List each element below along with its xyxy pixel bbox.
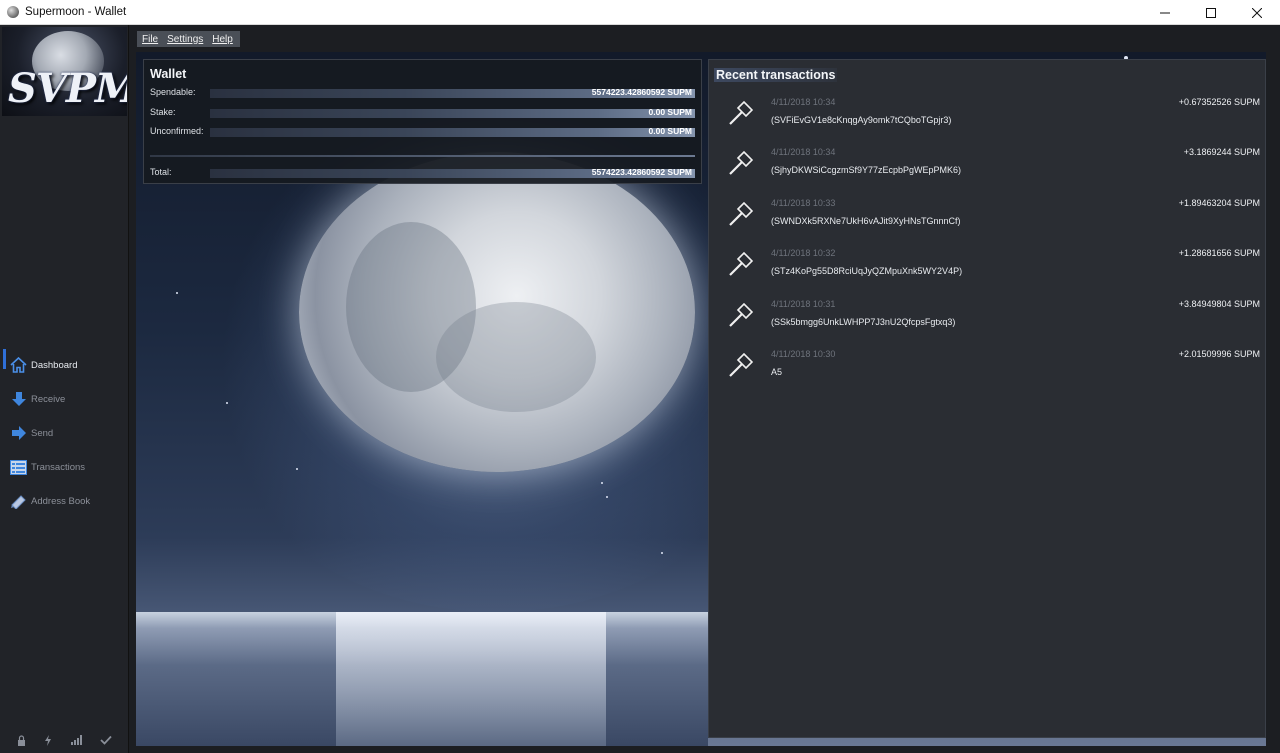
sidebar-item-transactions[interactable]: Transactions	[0, 450, 129, 484]
menu-file[interactable]: File	[142, 34, 158, 45]
wallet-panel: Wallet Spendable: 5574223.42860592 SUPM …	[143, 59, 702, 184]
transaction-row[interactable]: 4/11/2018 10:34 +3.1869244 SUPM (SjhyDKW…	[709, 143, 1267, 193]
menu-settings[interactable]: Settings	[167, 34, 203, 45]
download-arrow-icon	[10, 391, 27, 408]
list-icon	[10, 459, 27, 476]
transaction-row[interactable]: 4/11/2018 10:30 +2.01509996 SUPM A5	[709, 345, 1267, 395]
close-button[interactable]	[1234, 0, 1280, 25]
mining-hammer-icon	[729, 202, 753, 226]
transaction-amount: +0.67352526 SUPM	[1178, 97, 1260, 107]
recent-transactions-panel: Recent transactions 4/11/2018 10:34 +0.6…	[708, 59, 1266, 738]
transaction-row[interactable]: 4/11/2018 10:31 +3.84949804 SUPM (SSk5bm…	[709, 295, 1267, 345]
star	[226, 402, 228, 404]
mining-hammer-icon	[729, 252, 753, 276]
book-icon	[10, 493, 27, 510]
star	[661, 552, 663, 554]
transaction-amount: +3.1869244 SUPM	[1183, 147, 1260, 157]
transaction-date: 4/11/2018 10:33	[771, 198, 836, 208]
mining-hammer-icon	[729, 151, 753, 175]
window-controls	[1142, 0, 1280, 25]
sidebar-item-label: Send	[31, 427, 54, 439]
sidebar-item-send[interactable]: Send	[0, 416, 129, 450]
app-moon-icon	[7, 6, 19, 18]
sidebar-item-label: Dashboard	[31, 359, 78, 371]
stake-row: Stake: 0.00 SUPM	[150, 107, 695, 119]
sidebar-item-receive[interactable]: Receive	[0, 382, 129, 416]
menu-bar: File Settings Help	[137, 31, 240, 47]
stake-bar	[210, 109, 695, 118]
total-row: Total: 5574223.42860592 SUPM	[150, 167, 695, 179]
transaction-address: (SjhyDKWSiCcgzmSf9Y77zEcpbPgWEpPMK6)	[771, 165, 962, 175]
wallet-divider	[150, 155, 695, 157]
transaction-date: 4/11/2018 10:32	[771, 248, 836, 258]
sidebar: SVPM Dashboard Receive Send Transactions	[0, 25, 129, 753]
stake-value: 0.00 SUPM	[648, 107, 692, 117]
moon-reflection	[336, 612, 606, 746]
send-arrow-icon	[10, 425, 27, 442]
close-icon	[1252, 7, 1262, 18]
total-label: Total:	[150, 167, 172, 177]
window-title: Supermoon - Wallet	[25, 6, 127, 18]
star	[606, 496, 608, 498]
transaction-address: A5	[771, 367, 783, 377]
home-icon	[10, 357, 27, 374]
transaction-address: (SSk5bmgg6UnkLWHPP7J3nU2QfcpsFgtxq3)	[771, 317, 956, 327]
spendable-value: 5574223.42860592 SUPM	[591, 87, 692, 97]
star	[296, 468, 298, 470]
transaction-date: 4/11/2018 10:34	[771, 147, 836, 157]
sidebar-item-dashboard[interactable]: Dashboard	[0, 348, 129, 382]
sidebar-item-address-book[interactable]: Address Book	[0, 484, 129, 518]
recent-transactions-title: Recent transactions	[714, 68, 838, 82]
mining-hammer-icon	[729, 101, 753, 125]
lock-icon[interactable]	[17, 735, 26, 749]
star	[601, 482, 603, 484]
maximize-icon	[1206, 7, 1216, 18]
transaction-row[interactable]: 4/11/2018 10:34 +0.67352526 SUPM (SVFiEv…	[709, 93, 1267, 143]
menu-help[interactable]: Help	[212, 34, 233, 45]
unconfirmed-value: 0.00 SUPM	[648, 126, 692, 136]
spendable-row: Spendable: 5574223.42860592 SUPM	[150, 87, 695, 99]
star	[176, 292, 178, 294]
sidebar-item-label: Address Book	[31, 495, 91, 507]
transaction-row[interactable]: 4/11/2018 10:33 +1.89463204 SUPM (SWNDXk…	[709, 194, 1267, 244]
transaction-date: 4/11/2018 10:34	[771, 97, 836, 107]
transaction-amount: +3.84949804 SUPM	[1178, 299, 1260, 309]
spendable-label: Spendable:	[150, 87, 196, 97]
sidebar-nav: Dashboard Receive Send Transactions Addr…	[0, 348, 129, 518]
minimize-icon	[1160, 12, 1170, 13]
checkmark-icon[interactable]	[100, 735, 112, 749]
total-value: 5574223.42860592 SUPM	[591, 167, 692, 177]
transaction-amount: +1.89463204 SUPM	[1178, 198, 1260, 208]
lightning-icon[interactable]	[44, 735, 52, 749]
minimize-button[interactable]	[1142, 0, 1188, 25]
unconfirmed-label: Unconfirmed:	[150, 126, 204, 136]
wallet-title: Wallet	[150, 67, 187, 81]
sidebar-item-label: Receive	[31, 393, 66, 405]
title-bar: Supermoon - Wallet	[0, 0, 1280, 25]
transaction-date: 4/11/2018 10:31	[771, 299, 836, 309]
logo: SVPM	[2, 27, 127, 116]
transaction-date: 4/11/2018 10:30	[771, 349, 836, 359]
transaction-amount: +1.28681656 SUPM	[1178, 248, 1260, 258]
signal-icon[interactable]	[70, 735, 82, 749]
transaction-row[interactable]: 4/11/2018 10:32 +1.28681656 SUPM (STz4Ko…	[709, 244, 1267, 294]
stake-label: Stake:	[150, 107, 176, 117]
transaction-address: (SVFiEvGV1e8cKnqgAy9omk7tCQboTGpjr3)	[771, 115, 952, 125]
mining-hammer-icon	[729, 303, 753, 327]
mining-hammer-icon	[729, 353, 753, 377]
maximize-button[interactable]	[1188, 0, 1234, 25]
transaction-address: (STz4KoPg55D8RciUqJyQZMpuXnk5WY2V4P)	[771, 266, 963, 276]
transaction-amount: +2.01509996 SUPM	[1178, 349, 1260, 359]
moon-crater-shadow	[436, 302, 596, 412]
sidebar-item-label: Transactions	[31, 461, 86, 473]
unconfirmed-bar	[210, 128, 695, 137]
transaction-address: (SWNDXk5RXNe7UkH6vAJit9XyHNsTGnnnCf)	[771, 216, 961, 226]
logo-text: SVPM	[8, 65, 127, 112]
status-bar	[0, 735, 129, 749]
unconfirmed-row: Unconfirmed: 0.00 SUPM	[150, 126, 695, 138]
